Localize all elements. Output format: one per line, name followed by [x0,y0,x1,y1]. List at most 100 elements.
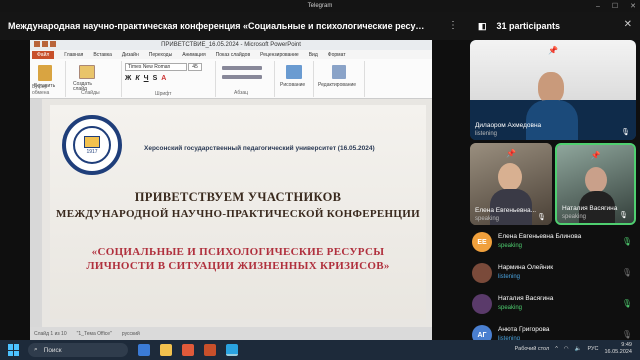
drawing-icon[interactable] [286,65,302,79]
editing-button[interactable]: Редактирование [318,82,356,88]
powerpoint-titlebar: ПРИВЕТСТВИЕ_16.05.2024 - Microsoft Power… [30,40,432,50]
participant-name: Наталия Васягина [498,295,554,302]
clock[interactable]: 9:49 16.05.2024 [604,342,632,356]
pin-icon[interactable]: 📌 [591,151,601,160]
sidebar-toggle-icon[interactable]: ◧ [478,21,487,32]
font-group-label: Шрифт [155,91,172,97]
font-size-input[interactable]: 45 [188,63,202,71]
telegram-icon[interactable] [226,344,238,356]
system-tray: Рабочий стол ^ ◠ 🔈 РУС 9:49 16.05.2024 [515,342,632,356]
tab-home[interactable]: Главная [64,52,83,58]
wifi-icon[interactable]: ◠ [564,346,569,352]
list-icons[interactable] [222,66,262,70]
participants-header: ◧ 31 participants ✕ [468,12,640,40]
tile-name: Елена Евгеньевна... [475,207,537,214]
participant-name: Елена Евгеньевна Блинова [498,233,582,240]
start-icon[interactable] [8,344,20,356]
mic-icon: 🎙 [619,212,628,219]
tile-status: speaking [562,214,587,220]
undo-icon[interactable] [42,41,48,47]
save-icon[interactable] [34,41,40,47]
pin-icon[interactable]: 📌 [506,149,516,158]
date: 16.05.2024 [604,349,632,355]
close-sidebar-icon[interactable]: ✕ [624,19,632,30]
font-color-icon[interactable]: A [161,75,166,82]
slides-panel[interactable] [30,99,42,327]
tab-review[interactable]: Рецензирование [260,52,299,58]
tab-file[interactable]: Файл [32,50,55,59]
ribbon-tabs: Файл Главная Вставка Дизайн Переходы Ани… [30,50,432,59]
keyboard-layout[interactable]: РУС [587,346,598,352]
maximize-icon[interactable]: ☐ [612,2,618,10]
video-tile-2[interactable]: 📌 Елена Евгеньевна... speaking 🎙 [470,143,552,225]
drawing-button[interactable]: Рисование [280,82,305,88]
tab-insert[interactable]: Вставка [93,52,112,58]
taskbar: ⌕ Поиск Рабочий стол ^ ◠ 🔈 РУС 9:49 16.0… [0,340,640,360]
mic-muted-icon: 🎙 [621,268,632,277]
tile-name: Дилаором Ахмедовна [475,122,542,129]
clipboard-group: Вставить Буфер обмена [30,61,66,97]
avatar [472,263,492,283]
paste-icon[interactable] [38,65,52,81]
close-window-icon[interactable]: ✕ [630,2,636,10]
search-label: Поиск [43,346,62,354]
screen-share[interactable]: ПРИВЕТСТВИЕ_16.05.2024 - Microsoft Power… [30,40,432,340]
drawing-group: Рисование [276,61,314,97]
participant-row[interactable]: Нармина Олейник listening 🎙 [468,258,640,289]
slide-area[interactable]: 1917 Херсонский государственный педагоги… [42,99,432,327]
volume-icon[interactable]: 🔈 [575,346,582,352]
quick-access-toolbar [34,41,74,48]
window-title: Telegram [307,3,333,9]
tab-animation[interactable]: Анимация [182,52,205,58]
greeting-line-2: МЕЖДУНАРОДНОЙ НАУЧНО-ПРАКТИЧЕСКОЙ КОНФЕР… [56,208,420,220]
tab-view[interactable]: Вид [309,52,318,58]
more-options-icon[interactable]: ⋮ [448,20,458,31]
chevron-up-icon[interactable]: ^ [555,346,558,352]
align-icons[interactable] [222,75,262,79]
mic-muted-icon: 🎙 [621,330,632,339]
participant-name: Анюта Григорова [498,326,550,333]
editing-group: Редактирование [315,61,365,97]
greeting-line-1: ПРИВЕТСТВУЕМ УЧАСТНИКОВ [134,190,342,204]
binoculars-icon[interactable] [332,65,346,79]
tab-design[interactable]: Дизайн [122,52,139,58]
participant-status: speaking [498,305,523,311]
font-name-input[interactable]: Times New Roman [125,63,187,71]
underline-icon[interactable]: Ч [144,75,149,82]
university-name: Херсонский государственный педагогически… [144,145,375,152]
tab-transitions[interactable]: Переходы [149,52,172,58]
powerpoint-statusbar: Слайд 1 из 10 "1_Тема Office" русский [30,327,432,340]
slide: 1917 Херсонский государственный педагоги… [50,105,426,319]
format-buttons: Ж К Ч S A [125,75,166,82]
pin-icon[interactable]: 📌 [548,46,558,55]
logo-year: 1917 [86,148,98,155]
ribbon: Вставить Буфер обмена Создать слайд Слай… [30,59,432,99]
participant-row[interactable]: ЕЕ Елена Евгеньевна Блинова speaking 🎙 [468,227,640,258]
call-title: Международная научно-практическая конфер… [8,21,428,31]
tab-format[interactable]: Формат [328,52,346,58]
yandex-icon[interactable] [182,344,194,356]
call-header: Международная научно-практическая конфер… [0,12,468,40]
book-emblem-icon [84,135,100,148]
slide-counter: Слайд 1 из 10 [34,330,67,337]
participant-status: speaking [498,243,523,249]
strikethrough-icon[interactable]: S [153,75,158,82]
slides-group: Создать слайд Слайды [67,61,122,97]
italic-icon[interactable]: К [135,75,139,82]
tile-status: speaking [475,216,500,222]
taskbar-search[interactable]: ⌕ Поиск [28,343,128,357]
search-icon: ⌕ [34,346,38,353]
participant-row[interactable]: Наталия Васягина speaking 🎙 [468,289,640,320]
redo-icon[interactable] [50,41,56,47]
powerpoint-icon[interactable] [204,344,216,356]
tab-slideshow[interactable]: Показ слайдов [216,52,250,58]
video-tile-1[interactable]: 📌 Дилаором Ахмедовна listening 🎙 [470,40,636,140]
video-tile-3[interactable]: 📌 Наталия Васягина speaking 🎙 [555,143,636,225]
folder-icon[interactable] [160,344,172,356]
new-slide-icon[interactable] [79,65,95,79]
tile-name: Наталия Васягина [562,205,618,212]
participant-list: ЕЕ Елена Евгеньевна Блинова speaking 🎙 Н… [468,227,640,351]
minimize-icon[interactable]: – [596,3,600,10]
bold-icon[interactable]: Ж [125,75,131,82]
edge-icon[interactable] [138,344,150,356]
